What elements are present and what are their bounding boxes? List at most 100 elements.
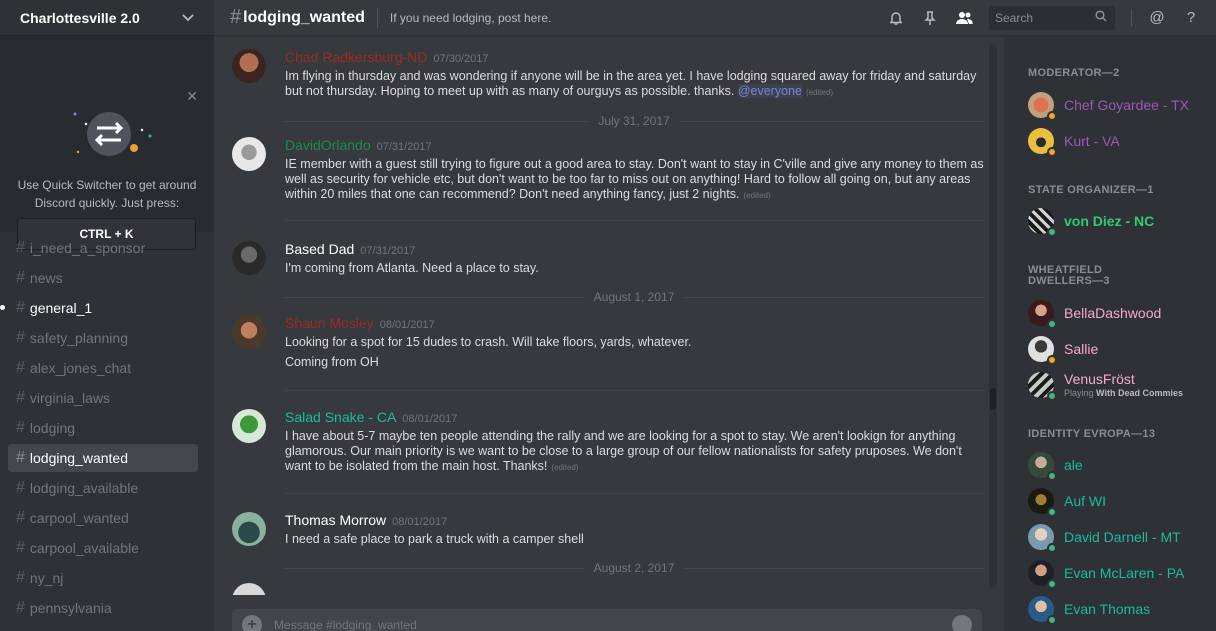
- bell-icon[interactable]: [887, 9, 905, 27]
- server-header[interactable]: Charlottesville 2.0: [0, 0, 214, 36]
- channel-item[interactable]: # pennsylvania: [8, 594, 198, 622]
- channel-item[interactable]: # lodging_available: [8, 474, 198, 502]
- message-timestamp: 08/01/2017: [379, 319, 435, 331]
- message-author[interactable]: Based Dad: [285, 241, 354, 257]
- date-divider: August 2, 2017: [284, 561, 985, 575]
- channel-item[interactable]: # carpool_wanted: [8, 504, 198, 532]
- channel-item[interactable]: # i_need_a_sponsor: [8, 234, 198, 262]
- member-name: Evan McLaren - PA: [1064, 565, 1185, 581]
- member-item[interactable]: Evan Thomas: [1028, 593, 1208, 625]
- member-item[interactable]: Chef Goyardee - TX: [1028, 89, 1208, 121]
- edited-tag: (edited): [551, 463, 579, 472]
- channel-item[interactable]: # lodging: [8, 414, 198, 442]
- message-separator: [284, 390, 984, 391]
- member-item[interactable]: VenusFröst Playing With Dead Commies: [1028, 369, 1208, 401]
- avatar[interactable]: [232, 241, 266, 275]
- member-item[interactable]: von Diez - NC: [1028, 205, 1208, 237]
- member-name: Sallie: [1064, 341, 1099, 357]
- member-item[interactable]: Evan McLaren - PA: [1028, 557, 1208, 589]
- channel-item[interactable]: # virginia_laws: [8, 384, 198, 412]
- channel-item-selected[interactable]: # lodging_wanted: [8, 444, 198, 472]
- message-author[interactable]: Salad Snake - CA: [285, 409, 396, 425]
- channel-topic: If you need lodging, post here.: [389, 10, 552, 25]
- message-input[interactable]: [274, 618, 952, 631]
- channel-item[interactable]: # carpool_available: [8, 534, 198, 562]
- mention[interactable]: @everyone: [737, 84, 802, 98]
- message-author[interactable]: Shaun Mosley: [285, 315, 374, 331]
- message-author[interactable]: Thomas Morrow: [285, 512, 386, 528]
- avatar: [1028, 524, 1057, 553]
- message-text: Im flying in thursday and was wondering …: [285, 69, 984, 100]
- pin-icon[interactable]: [921, 9, 939, 27]
- avatar[interactable]: [232, 137, 266, 171]
- channel-item[interactable]: # ny_nj: [8, 564, 198, 592]
- search-icon[interactable]: [1095, 9, 1107, 27]
- member-name: Auf WI: [1064, 493, 1107, 509]
- avatar: [1028, 300, 1057, 329]
- channel-name: alex_jones_chat: [29, 360, 132, 376]
- message-line: IE member with a guest still trying to f…: [285, 157, 984, 201]
- avatar[interactable]: [232, 49, 266, 83]
- channel-name: pennsylvania: [29, 600, 112, 616]
- channel-item[interactable]: # alex_jones_chat: [8, 354, 198, 382]
- channel-header: # lodging_wanted If you need lodging, po…: [214, 0, 1216, 36]
- role-header: IDENTITY EVROPA—13: [1028, 428, 1156, 440]
- message-text: I'm coming from Atlanta. Need a place to…: [285, 261, 984, 276]
- search-box[interactable]: [989, 5, 1115, 30]
- server-name: Charlottesville 2.0: [20, 9, 140, 26]
- status-online-indicator: [1047, 615, 1057, 625]
- channel-item[interactable]: # general_1: [0, 294, 198, 322]
- hash-icon: #: [16, 359, 25, 376]
- message: DavidOrlando 07/31/2017 IE member with a…: [232, 137, 984, 203]
- role-header: MODERATOR—2: [1028, 67, 1120, 79]
- message-author[interactable]: DavidOrlando: [285, 137, 371, 153]
- message: Based Dad 07/31/2017 I'm coming from Atl…: [232, 241, 984, 276]
- mentions-icon[interactable]: @: [1148, 9, 1166, 27]
- header-toolbar: @ ?: [887, 5, 1200, 30]
- member-name: ale: [1064, 457, 1083, 473]
- member-list: MODERATOR—2 Chef Goyardee - TX Kurt - VA…: [1004, 37, 1216, 631]
- hash-icon: #: [230, 6, 242, 28]
- hash-icon: #: [16, 479, 25, 496]
- avatar: [1028, 92, 1057, 121]
- members-icon[interactable]: [955, 9, 973, 27]
- member-item[interactable]: David Darnell - MT: [1028, 521, 1208, 553]
- scrollbar-thumb[interactable]: [990, 388, 996, 410]
- avatar[interactable]: [232, 583, 266, 595]
- add-attachment-button[interactable]: +: [242, 615, 262, 631]
- hash-icon: #: [16, 449, 25, 466]
- message-author[interactable]: Chad Radkersburg-ND: [285, 49, 427, 65]
- hash-icon: #: [16, 539, 25, 556]
- avatar: [1028, 336, 1057, 365]
- message-line: I'm coming from Atlanta. Need a place to…: [285, 261, 539, 275]
- avatar[interactable]: [232, 315, 266, 349]
- channel-item[interactable]: # safety_planning: [8, 324, 198, 352]
- help-icon[interactable]: ?: [1182, 9, 1200, 27]
- scrollbar-track[interactable]: [989, 44, 997, 588]
- member-item[interactable]: ale: [1028, 449, 1208, 481]
- member-item[interactable]: Sallie: [1028, 333, 1208, 365]
- message: Chad Radkersburg-ND 07/30/2017 Im flying…: [232, 49, 984, 100]
- member-item[interactable]: BellaDashwood: [1028, 297, 1208, 329]
- role-header: WHEATFIELD DWELLERS—3: [1028, 264, 1110, 287]
- channel-name: safety_planning: [29, 330, 128, 346]
- message-separator: [284, 493, 984, 494]
- status-idle-indicator: [1047, 355, 1057, 365]
- avatar[interactable]: [232, 512, 266, 546]
- channel-item[interactable]: # news: [8, 264, 198, 292]
- close-icon[interactable]: ✕: [186, 88, 198, 105]
- avatar[interactable]: [232, 409, 266, 443]
- emoji-icon[interactable]: [952, 615, 972, 631]
- chevron-down-icon[interactable]: [182, 11, 194, 25]
- role-header: STATE ORGANIZER—1: [1028, 184, 1154, 196]
- avatar: [1028, 452, 1057, 481]
- member-item[interactable]: Kurt - VA: [1028, 125, 1208, 157]
- search-input[interactable]: [995, 10, 1095, 25]
- channel-title: lodging_wanted: [243, 8, 365, 26]
- date-divider-text: July 31, 2017: [598, 114, 670, 128]
- member-item[interactable]: Auf WI: [1028, 485, 1208, 517]
- message-text: Coming from OH: [285, 355, 379, 369]
- activity-name: With Dead Commies: [1096, 388, 1183, 398]
- message-composer: +: [232, 609, 982, 631]
- status-online-indicator: [1047, 579, 1057, 589]
